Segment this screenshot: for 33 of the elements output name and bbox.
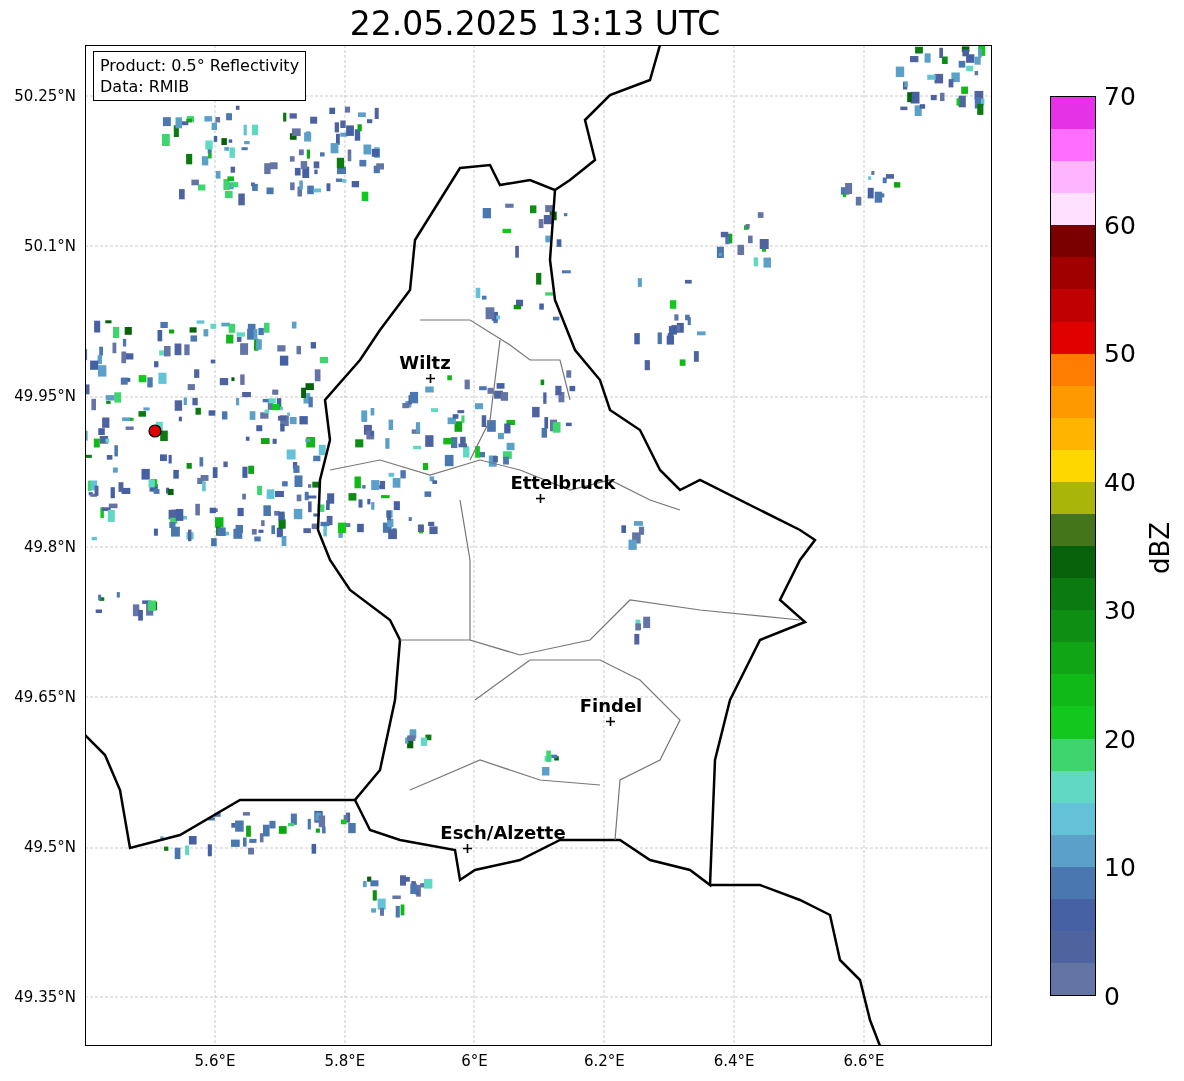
scale-tick-label: 60 [1104, 210, 1136, 240]
axis-tick-label: 49.65°N [14, 687, 76, 706]
axis-tick-label: 49.5°N [23, 837, 76, 856]
scale-label: dBZ [1145, 521, 1175, 575]
city-marker-icon [463, 844, 472, 853]
city-label: Esch/Alzette [440, 822, 566, 843]
scale-tick-label: 10 [1104, 852, 1136, 882]
city-label: Ettelbruck [510, 472, 616, 493]
axis-tick-label: 49.95°N [14, 387, 76, 406]
axis-tick-label: 50.1°N [23, 237, 76, 256]
axis-tick-label: 6.4°E [713, 1052, 755, 1070]
axis-tick-label: 6°E [461, 1052, 488, 1070]
legend-text: Data: RMIB [100, 76, 191, 97]
scale-tick-label: 70 [1104, 81, 1136, 111]
scale-tick-label: 30 [1104, 595, 1136, 625]
scale-tick-label: 20 [1104, 724, 1136, 754]
axis-tick-label: 6.2°E [583, 1052, 625, 1070]
chart-title: 22.05.2025 13:13 UTC [349, 4, 721, 43]
scale-tick-label: 50 [1104, 338, 1136, 368]
city-label: Findel [579, 695, 643, 716]
axis-tick-label: 5.6°E [194, 1052, 236, 1070]
city-marker-icon [426, 374, 435, 383]
scale-tick-label: 0 [1104, 981, 1120, 1011]
legend-text: Product: 0.5° Reflectivity [100, 55, 300, 76]
scale-tick-label: 40 [1104, 467, 1136, 497]
axis-tick-label: 50.25°N [14, 87, 76, 105]
axis-tick-label: 5.8°E [324, 1052, 366, 1070]
axis-tick-label: 49.35°N [14, 988, 76, 1006]
axis-tick-label: 49.8°N [23, 537, 76, 556]
city-label: Wiltz [399, 352, 451, 373]
city-marker-icon [606, 717, 615, 726]
axis-tick-label: 6.6°E [843, 1052, 885, 1070]
city-marker-icon [536, 494, 545, 503]
